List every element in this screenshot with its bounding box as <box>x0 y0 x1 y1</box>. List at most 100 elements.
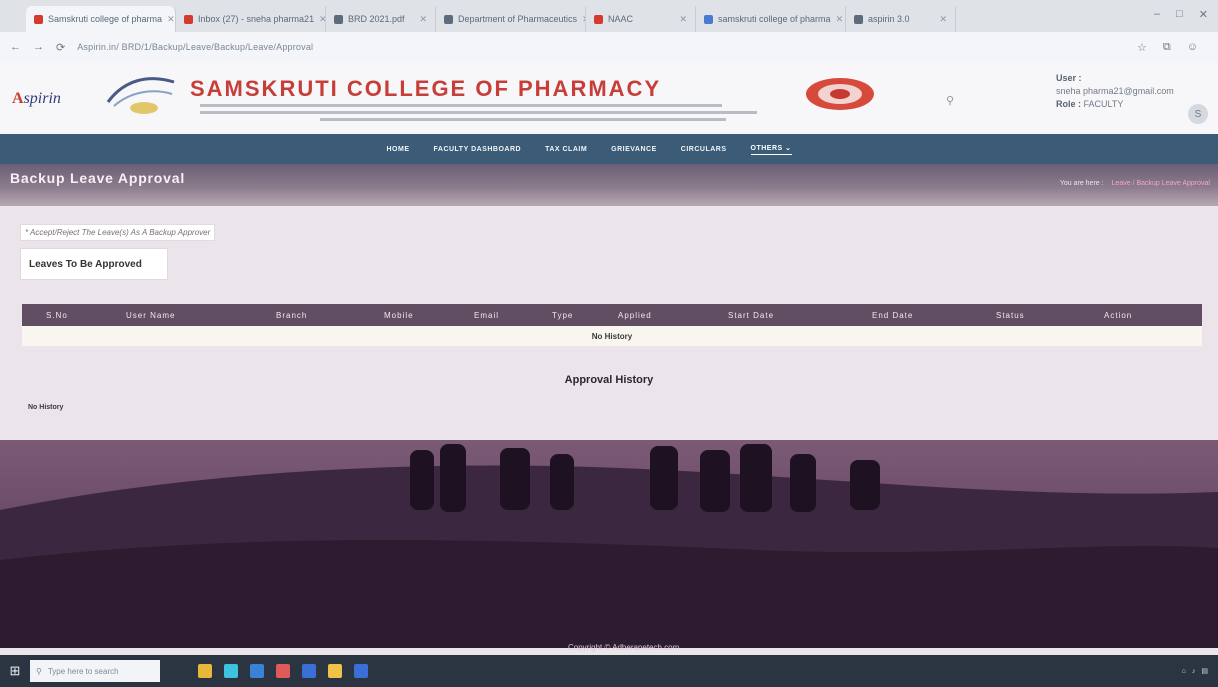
swoosh-logo-icon <box>106 77 175 114</box>
column-header: Email <box>474 310 500 320</box>
nav-item[interactable]: OTHERS ⌄ <box>750 144 792 155</box>
taskbar-search-placeholder: Type here to search <box>47 666 119 676</box>
browser-tab-title: Department of Pharmaceutics <box>458 14 578 24</box>
breadcrumb-prefix: You are here : <box>1059 180 1104 187</box>
favicon-icon <box>184 14 193 24</box>
taskbar-app-icon[interactable] <box>250 664 264 678</box>
star-icon[interactable]: ☆ <box>1137 41 1147 54</box>
taskbar-app-icon[interactable] <box>198 664 212 678</box>
browser-tab[interactable]: samskruti college of pharma ✕ <box>696 6 846 32</box>
taskbar-app-icon[interactable] <box>354 664 368 678</box>
browser-tab-title: NAAC <box>608 14 634 24</box>
instruction-note: * Accept/Reject The Leave(s) As A Backup… <box>20 224 216 241</box>
favicon-icon <box>34 14 43 24</box>
breadcrumb-current[interactable]: Leave / Backup Leave Approval <box>1112 180 1210 187</box>
taskbar-search[interactable]: ⚲ Type here to search <box>30 660 160 682</box>
column-header: Action <box>1104 310 1133 320</box>
taskbar-app-icon[interactable] <box>328 664 342 678</box>
volume-icon[interactable]: ♪ <box>1192 668 1196 675</box>
notification-icon[interactable]: ▤ <box>1201 667 1208 675</box>
browser-tab[interactable]: aspirin 3.0 ✕ <box>846 6 956 32</box>
background-photo <box>0 440 1218 648</box>
user-info: User : sneha pharma21@gmail.com Role : F… <box>1056 72 1181 111</box>
leaves-to-be-approved-tab[interactable]: Leaves To Be Approved <box>20 248 168 280</box>
tab-close-icon[interactable]: ✕ <box>419 14 427 25</box>
browser-tab-title: Inbox (27) - sneha pharma21 <box>198 14 315 24</box>
favicon-icon <box>594 14 603 24</box>
network-icon[interactable]: ⌂ <box>1182 668 1186 675</box>
nav-item[interactable]: GRIEVANCE <box>611 146 657 153</box>
page-title-band: Backup Leave Approval You are here : Lea… <box>0 164 1218 206</box>
browser-tab[interactable]: Samskruti college of pharma ✕ <box>26 6 176 32</box>
favicon-icon <box>704 14 713 24</box>
forward-icon[interactable]: → <box>33 41 44 53</box>
browser-tab-title: samskruti college of pharma <box>718 14 831 24</box>
window-controls: – □ ✕ <box>1154 8 1208 21</box>
taskbar-apps <box>198 664 368 678</box>
address-bar: ← → ⟳ Aspirin.in/ BRD/1/Backup/Leave/Bac… <box>0 32 1218 62</box>
taskbar-app-icon[interactable] <box>302 664 316 678</box>
close-icon[interactable]: ✕ <box>1199 8 1208 21</box>
back-icon[interactable]: ← <box>10 41 21 53</box>
column-header: Applied <box>618 310 652 320</box>
favicon-icon <box>854 14 863 24</box>
taskbar-app-icon[interactable] <box>276 664 290 678</box>
nav-item[interactable]: TAX CLAIM <box>545 146 587 153</box>
reload-icon[interactable]: ⟳ <box>56 41 65 54</box>
table-empty-row: No History <box>22 326 1202 346</box>
avatar[interactable]: S <box>1188 104 1208 124</box>
system-tray: ⌂ ♪ ▤ <box>1182 667 1218 676</box>
table-header: S.No User Name Branch Mobile Email Type Applie… <box>22 304 1202 326</box>
tab-close-icon[interactable]: ✕ <box>836 14 844 25</box>
footer: Copyright © Adheranetech.com <box>0 643 1218 655</box>
user-email: sneha pharma21@gmail.com <box>1056 86 1174 96</box>
nav-item[interactable]: FACULTY DASHBOARD <box>434 146 522 153</box>
brand-text: spirin <box>23 90 61 107</box>
tab-close-icon[interactable]: ✕ <box>939 14 947 25</box>
silhouette-landscape-image <box>0 444 1218 648</box>
profile-icon[interactable]: ☺ <box>1187 41 1198 54</box>
column-header: Mobile <box>384 310 414 320</box>
minimize-icon[interactable]: – <box>1154 8 1160 21</box>
browser-tab[interactable]: BRD 2021.pdf ✕ <box>326 6 436 32</box>
approval-history-title: Approval History <box>564 374 654 386</box>
column-header: S.No <box>46 310 68 320</box>
column-header: Status <box>996 310 1025 320</box>
college-name: SAMSKRUTI COLLEGE OF PHARMACY <box>190 76 662 101</box>
role-label: Role : <box>1056 99 1082 109</box>
tab-close-icon[interactable]: ✕ <box>167 14 175 25</box>
page-title: Backup Leave Approval <box>10 170 186 186</box>
leaves-table: S.No User Name Branch Mobile Email Type Applie… <box>22 304 1202 346</box>
collections-icon[interactable]: ⧉ <box>1163 41 1171 54</box>
nav-item[interactable]: HOME <box>387 146 410 153</box>
breadcrumb: You are here : Leave / Backup Leave Appr… <box>1060 180 1210 187</box>
column-header: Start Date <box>728 310 775 320</box>
site-header: Aspirin SAMSKRUTI COLLEGE OF PHARMACY ⚲ … <box>0 62 1218 134</box>
tab-close-icon[interactable]: ✕ <box>679 14 687 25</box>
college-affiliation-lines <box>200 104 780 125</box>
brand-logo[interactable]: Aspirin <box>12 90 61 108</box>
browser-tab-bar: Samskruti college of pharma ✕ Inbox (27) -… <box>0 0 1218 32</box>
windows-start-icon[interactable]: ⊞ <box>0 655 30 687</box>
user-label: User : <box>1056 73 1082 83</box>
college-emblem-icon <box>806 78 874 110</box>
taskbar-app-icon[interactable] <box>224 664 238 678</box>
favicon-icon <box>444 14 453 24</box>
browser-tab[interactable]: NAAC ✕ <box>586 6 696 32</box>
nav-item[interactable]: CIRCULARS <box>681 146 727 153</box>
url-field[interactable]: Aspirin.in/ BRD/1/Backup/Leave/Backup/Le… <box>77 37 1125 57</box>
browser-tab-title: aspirin 3.0 <box>868 14 910 24</box>
browser-tab-title: Samskruti college of pharma <box>48 14 163 24</box>
maximize-icon[interactable]: □ <box>1176 8 1183 21</box>
search-icon: ⚲ <box>36 666 42 676</box>
browser-tab-title: BRD 2021.pdf <box>348 14 405 24</box>
column-header: Branch <box>276 310 308 320</box>
column-header: User Name <box>126 310 176 320</box>
search-icon[interactable]: ⚲ <box>946 94 954 107</box>
tab-close-icon[interactable]: ✕ <box>319 14 325 25</box>
column-header: Type <box>552 310 574 320</box>
browser-tab[interactable]: Department of Pharmaceutics✕ <box>436 6 586 32</box>
main-content: * Accept/Reject The Leave(s) As A Backup… <box>0 206 1218 440</box>
main-nav: HOME FACULTY DASHBOARD TAX CLAIM GRIEVANCE C… <box>0 134 1218 164</box>
browser-tab[interactable]: Inbox (27) - sneha pharma21 ✕ <box>176 6 326 32</box>
